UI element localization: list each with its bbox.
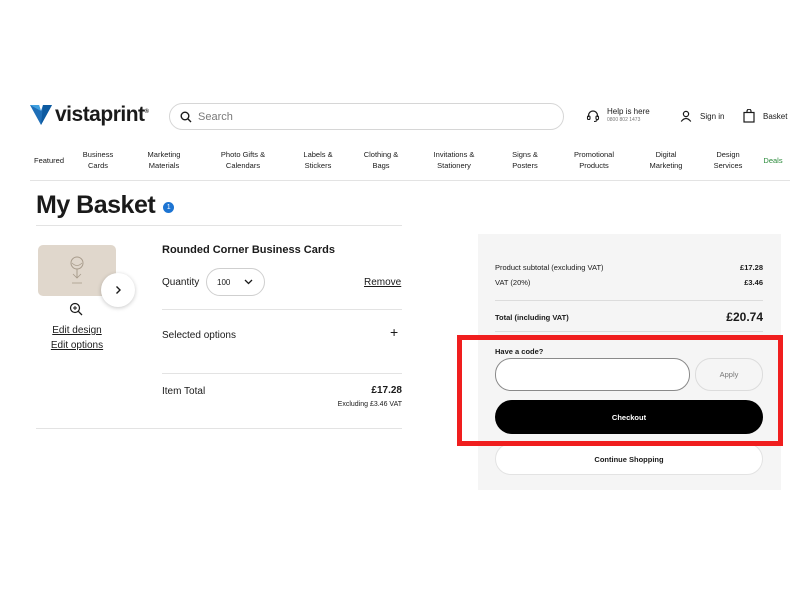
quantity-value: 100	[217, 277, 231, 287]
total-row: Total (including VAT) £20.74	[495, 310, 763, 324]
vistaprint-logo-icon	[30, 105, 52, 125]
item-total-value: £17.28	[371, 385, 402, 396]
subtotal-value: £17.28	[740, 263, 763, 272]
edit-options-link[interactable]: Edit options	[36, 340, 118, 351]
nav-item-invitations-stationery[interactable]: Invitations & Stationery	[434, 149, 475, 171]
apply-code-button[interactable]: Apply	[695, 358, 763, 391]
total-value: £20.74	[726, 310, 763, 324]
page-title-row: My Basket 1	[36, 191, 175, 220]
promo-code-label: Have a code?	[495, 347, 544, 356]
nav-item-featured[interactable]: Featured	[34, 155, 64, 166]
nav-item-promotional-products[interactable]: Promotional Products	[574, 149, 614, 171]
item-total-vat-note: Excluding £3.46 VAT	[337, 401, 402, 408]
remove-link[interactable]: Remove	[364, 277, 401, 288]
chevron-right-icon	[116, 286, 121, 294]
sign-in-label: Sign in	[700, 111, 725, 121]
nav-item-photo-gifts[interactable]: Photo Gifts & Calendars	[221, 149, 265, 171]
divider	[162, 309, 402, 310]
page-title: My Basket	[36, 191, 156, 219]
checkout-button[interactable]: Checkout	[495, 400, 763, 434]
help-link[interactable]: Help is here 0800 802 1473	[586, 107, 650, 125]
expand-options-icon[interactable]: +	[390, 325, 398, 339]
divider	[495, 300, 763, 301]
quantity-label: Quantity	[162, 277, 200, 288]
order-summary-panel: Product subtotal (excluding VAT) £17.28 …	[478, 234, 781, 490]
vat-value: £3.46	[744, 278, 763, 287]
subtotal-label: Product subtotal (excluding VAT)	[495, 263, 604, 272]
search-input[interactable]	[198, 110, 538, 123]
help-title: Help is here	[607, 107, 650, 116]
nav-item-signs-posters[interactable]: Signs & Posters	[512, 149, 538, 171]
search-bar[interactable]	[169, 103, 564, 130]
nav-item-marketing-materials[interactable]: Marketing Materials	[148, 149, 181, 171]
promo-code-input[interactable]	[495, 358, 690, 391]
basket-label: Basket	[763, 111, 788, 121]
shopping-bag-icon	[743, 109, 755, 123]
nav-item-labels-stickers[interactable]: Labels & Stickers	[303, 149, 332, 171]
divider	[36, 428, 402, 429]
category-nav: Featured Business Cards Marketing Material…	[30, 149, 790, 181]
nav-item-deals[interactable]: Deals	[763, 155, 782, 166]
zoom-in-icon[interactable]	[69, 302, 83, 316]
selected-options-label[interactable]: Selected options	[162, 330, 236, 341]
logo-wordmark: vistaprint®	[55, 103, 149, 126]
edit-design-link[interactable]: Edit design	[36, 325, 118, 336]
nav-item-digital-marketing[interactable]: Digital Marketing	[650, 149, 683, 171]
continue-shopping-button[interactable]: Continue Shopping	[495, 443, 763, 475]
user-icon	[680, 110, 692, 122]
sign-in-link[interactable]: Sign in	[680, 110, 724, 122]
divider	[36, 225, 402, 226]
vistaprint-logo[interactable]: vistaprint®	[30, 103, 149, 127]
nav-item-business-cards[interactable]: Business Cards	[83, 149, 113, 171]
quantity-select[interactable]: 100	[206, 268, 265, 296]
headset-icon	[586, 110, 600, 122]
basket-count-badge: 1	[163, 202, 175, 213]
basket-link[interactable]: Basket	[743, 109, 787, 123]
divider	[495, 331, 763, 332]
nav-item-design-services[interactable]: Design Services	[714, 149, 743, 171]
nav-item-clothing-bags[interactable]: Clothing & Bags	[364, 149, 399, 171]
next-preview-button[interactable]	[101, 273, 135, 307]
vat-label: VAT (20%)	[495, 278, 531, 287]
item-total-label: Item Total	[162, 386, 206, 397]
chevron-down-icon	[244, 279, 253, 285]
vat-row: VAT (20%) £3.46	[495, 278, 763, 287]
product-name: Rounded Corner Business Cards	[162, 244, 335, 256]
subtotal-row: Product subtotal (excluding VAT) £17.28	[495, 263, 763, 272]
business-card-preview-icon	[70, 256, 84, 283]
divider	[162, 373, 402, 374]
total-label: Total (including VAT)	[495, 312, 569, 322]
search-icon	[180, 111, 192, 122]
help-phone: 0800 802 1473	[607, 117, 641, 123]
